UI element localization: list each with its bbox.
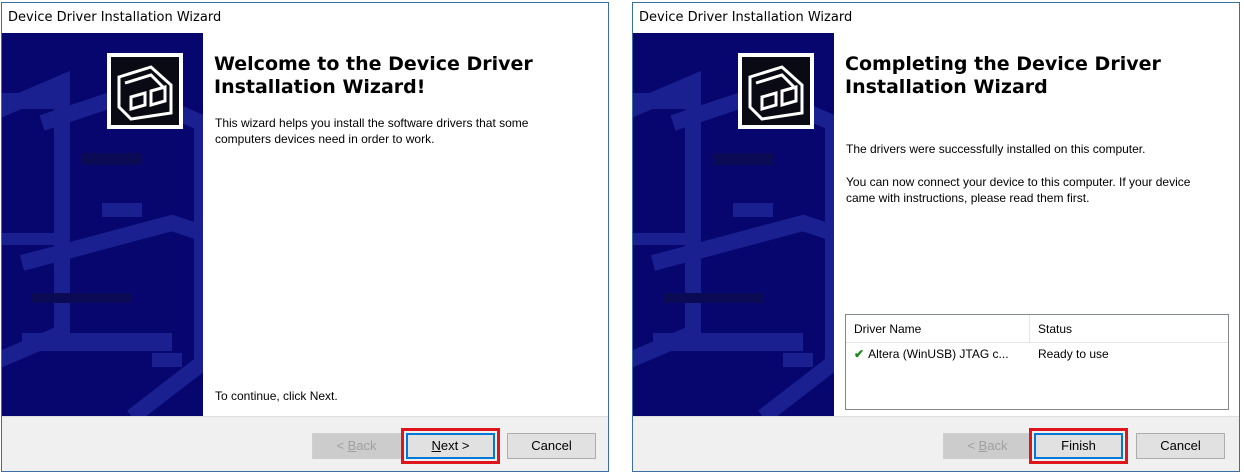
device-driver-logo	[738, 53, 814, 129]
completion-wizard-window: Device Driver Installation Wizard Comple…	[632, 2, 1240, 472]
driver-name-cell: ✔ Altera (WinUSB) JTAG c...	[854, 343, 1030, 365]
cancel-button[interactable]: Cancel	[507, 433, 596, 459]
finish-button[interactable]: Finish	[1034, 433, 1123, 459]
column-header-status[interactable]: Status	[1030, 315, 1230, 343]
window-title: Device Driver Installation Wizard	[633, 3, 1239, 32]
back-button[interactable]: < Back	[312, 433, 401, 459]
driver-status: Ready to use	[1038, 347, 1109, 361]
wizard-banner	[2, 33, 203, 417]
window-title: Device Driver Installation Wizard	[2, 3, 608, 32]
wizard-description: This wizard helps you install the softwa…	[215, 116, 529, 146]
success-message: The drivers were successfully installed …	[846, 142, 1146, 156]
connect-instructions: You can now connect your device to this …	[846, 175, 1191, 205]
cancel-button[interactable]: Cancel	[1136, 433, 1225, 459]
heading-line-2: Installation Wizard	[845, 76, 1048, 98]
page-heading: Welcome to the Device Driver Installatio…	[214, 53, 588, 99]
heading-line-1: Completing the Device Driver	[845, 53, 1161, 75]
wizard-content: Completing the Device Driver Installatio…	[835, 33, 1239, 417]
column-header-driver-name[interactable]: Driver Name	[846, 315, 1030, 343]
wizard-content: Welcome to the Device Driver Installatio…	[204, 33, 608, 417]
driver-list[interactable]: Driver Name Status ✔ Altera (WinUSB) JTAG…	[845, 314, 1229, 410]
check-icon: ✔	[854, 347, 865, 361]
continue-instruction: To continue, click Next.	[215, 389, 338, 403]
table-row[interactable]: ✔ Altera (WinUSB) JTAG c... Ready to use	[846, 343, 1228, 365]
device-driver-logo	[107, 53, 183, 129]
wizard-footer: < Back Finish Cancel	[633, 416, 1239, 471]
welcome-wizard-window: Device Driver Installation Wizard Welcom…	[1, 2, 609, 472]
driver-list-header: Driver Name Status	[846, 315, 1228, 343]
pc-card-icon	[748, 65, 804, 121]
wizard-footer: < Back Next > Cancel	[2, 416, 608, 471]
wizard-banner	[633, 33, 834, 417]
heading-line-2: Installation Wizard!	[214, 76, 426, 98]
back-button[interactable]: < Back	[943, 433, 1032, 459]
pc-card-icon	[117, 65, 173, 121]
next-button[interactable]: Next >	[406, 433, 495, 459]
driver-name: Altera (WinUSB) JTAG c...	[868, 347, 1009, 361]
page-heading: Completing the Device Driver Installatio…	[845, 53, 1219, 99]
heading-line-1: Welcome to the Device Driver	[214, 53, 533, 75]
